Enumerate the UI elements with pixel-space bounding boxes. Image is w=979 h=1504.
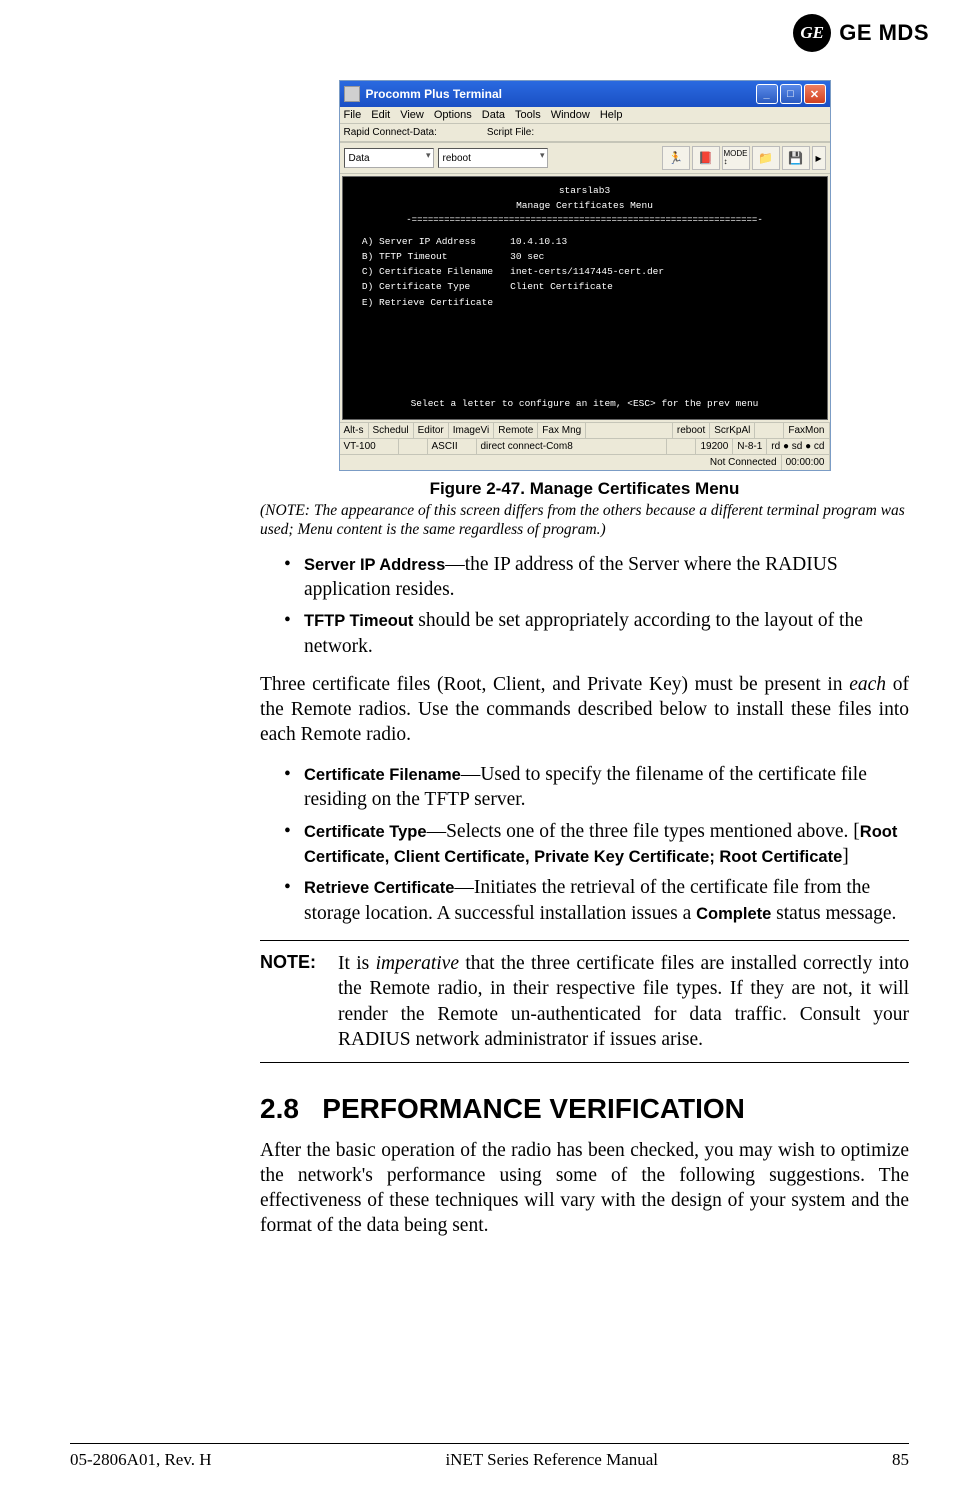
tab-faxmon[interactable]: FaxMon <box>784 423 829 438</box>
tab-reboot[interactable]: reboot <box>673 423 710 438</box>
figure-caption: Figure 2-47. Manage Certificates Menu <box>260 479 909 499</box>
menu-options[interactable]: Options <box>434 109 472 121</box>
tab-scrkpal[interactable]: ScrKpAl <box>710 423 755 438</box>
rapid-connect-combo[interactable]: Data <box>344 148 434 168</box>
close-icon[interactable]: ✕ <box>804 84 826 104</box>
status-gap2 <box>667 439 696 454</box>
menu-help[interactable]: Help <box>600 109 623 121</box>
status-bar-2: Not Connected 00:00:00 <box>340 454 830 470</box>
footer-title: iNET Series Reference Manual <box>445 1450 658 1470</box>
menu-tools[interactable]: Tools <box>515 109 541 121</box>
menu-data[interactable]: Data <box>482 109 505 121</box>
tab-imagevi[interactable]: ImageVi <box>449 423 495 438</box>
maximize-icon[interactable]: □ <box>780 84 802 104</box>
terminal-footer: Select a letter to configure an item, <E… <box>343 396 827 411</box>
tab-gap2 <box>755 423 784 438</box>
status-parity: N-8-1 <box>733 439 767 454</box>
page-footer: 05-2806A01, Rev. H iNET Series Reference… <box>70 1443 909 1470</box>
menu-edit[interactable]: Edit <box>371 109 390 121</box>
status-baud: 19200 <box>696 439 733 454</box>
terminal-row-c: C) Certificate Filename inet-certs/11474… <box>351 264 819 279</box>
bullet-list-2: Certificate Filename—Used to specify the… <box>260 762 909 926</box>
toolbar-row2: Data reboot 🏃 📕 MODE↕ 📁 💾 ▸ <box>340 142 830 174</box>
status-bar-1: VT-100 ASCII direct connect-Com8 19200 N… <box>340 438 830 454</box>
terminal-heading: Manage Certificates Menu <box>351 198 819 213</box>
script-file-combo[interactable]: reboot <box>438 148 548 168</box>
terminal-row-b: B) TFTP Timeout 30 sec <box>351 249 819 264</box>
paragraph-cert-files: Three certificate files (Root, Client, a… <box>260 673 909 748</box>
window-titlebar: Procomm Plus Terminal _ □ ✕ <box>340 81 830 107</box>
running-man-icon[interactable]: 🏃 <box>662 146 690 170</box>
tab-bar: Alt-s Schedul Editor ImageVi Remote Fax … <box>340 422 830 438</box>
terminal-pane: starslab3 Manage Certificates Menu -====… <box>342 176 828 420</box>
window-title: Procomm Plus Terminal <box>366 87 756 101</box>
tab-alts[interactable]: Alt-s <box>340 423 369 438</box>
tab-remote[interactable]: Remote <box>494 423 538 438</box>
figure-note: (NOTE: The appearance of this screen dif… <box>260 501 909 540</box>
bullet-tftp-timeout: TFTP Timeout should be set appropriately… <box>290 608 909 659</box>
tab-schedul[interactable]: Schedul <box>369 423 414 438</box>
status-gap1 <box>399 439 428 454</box>
status-leds: rd ● sd ● cd <box>767 439 829 454</box>
mode-icon[interactable]: MODE↕ <box>722 146 750 170</box>
save-icon[interactable]: 💾 <box>782 146 810 170</box>
script-file-label: Script File: <box>487 127 534 138</box>
section-heading: 2.8 PERFORMANCE VERIFICATION <box>260 1093 909 1125</box>
folder-icon[interactable]: 📁 <box>752 146 780 170</box>
rapid-connect-label: Rapid Connect-Data: <box>344 127 437 138</box>
terminal-divider: -=======================================… <box>351 213 819 227</box>
terminal-row-a: A) Server IP Address 10.4.10.13 <box>351 234 819 249</box>
menu-file[interactable]: File <box>344 109 362 121</box>
tab-gap <box>586 423 673 438</box>
app-icon <box>344 86 360 102</box>
terminal-host: starslab3 <box>351 183 819 198</box>
note-text: It is imperative that the three certific… <box>338 951 909 1052</box>
brand-logo: GE GE MDS <box>793 14 929 52</box>
terminal-scrollbar[interactable] <box>814 296 828 360</box>
paragraph-performance: After the basic operation of the radio h… <box>260 1139 909 1239</box>
menubar: File Edit View Options Data Tools Window… <box>340 107 830 123</box>
bullet-server-ip: Server IP Address—the IP address of the … <box>290 552 909 603</box>
book-icon[interactable]: 📕 <box>692 146 720 170</box>
status-emulation: VT-100 <box>340 439 399 454</box>
menu-view[interactable]: View <box>400 109 424 121</box>
terminal-row-e: E) Retrieve Certificate <box>351 295 819 310</box>
ge-monogram-icon: GE <box>793 14 831 52</box>
status-timer: 00:00:00 <box>782 455 830 470</box>
brand-text: GE MDS <box>839 20 929 46</box>
footer-page: 85 <box>892 1450 909 1470</box>
minimize-icon[interactable]: _ <box>756 84 778 104</box>
footer-docid: 05-2806A01, Rev. H <box>70 1450 212 1470</box>
bullet-cert-filename: Certificate Filename—Used to specify the… <box>290 762 909 813</box>
terminal-row-d: D) Certificate Type Client Certificate <box>351 279 819 294</box>
menu-window[interactable]: Window <box>551 109 590 121</box>
toolbar-chevron-icon[interactable]: ▸ <box>812 146 826 170</box>
status-connection: direct connect-Com8 <box>477 439 668 454</box>
status-transfer: ASCII <box>428 439 477 454</box>
tab-faxmng[interactable]: Fax Mng <box>538 423 586 438</box>
toolbar: Rapid Connect-Data: Script File: <box>340 123 830 142</box>
note-label: NOTE: <box>260 951 338 1052</box>
bullet-cert-type: Certificate Type—Selects one of the thre… <box>290 819 909 870</box>
note-block: NOTE: It is imperative that the three ce… <box>260 940 909 1063</box>
bullet-list-1: Server IP Address—the IP address of the … <box>260 552 909 659</box>
terminal-window: Procomm Plus Terminal _ □ ✕ File Edit Vi… <box>339 80 831 471</box>
bullet-retrieve-cert: Retrieve Certificate—Initiates the retri… <box>290 875 909 926</box>
status-connected: Not Connected <box>706 455 782 470</box>
tab-editor[interactable]: Editor <box>414 423 449 438</box>
